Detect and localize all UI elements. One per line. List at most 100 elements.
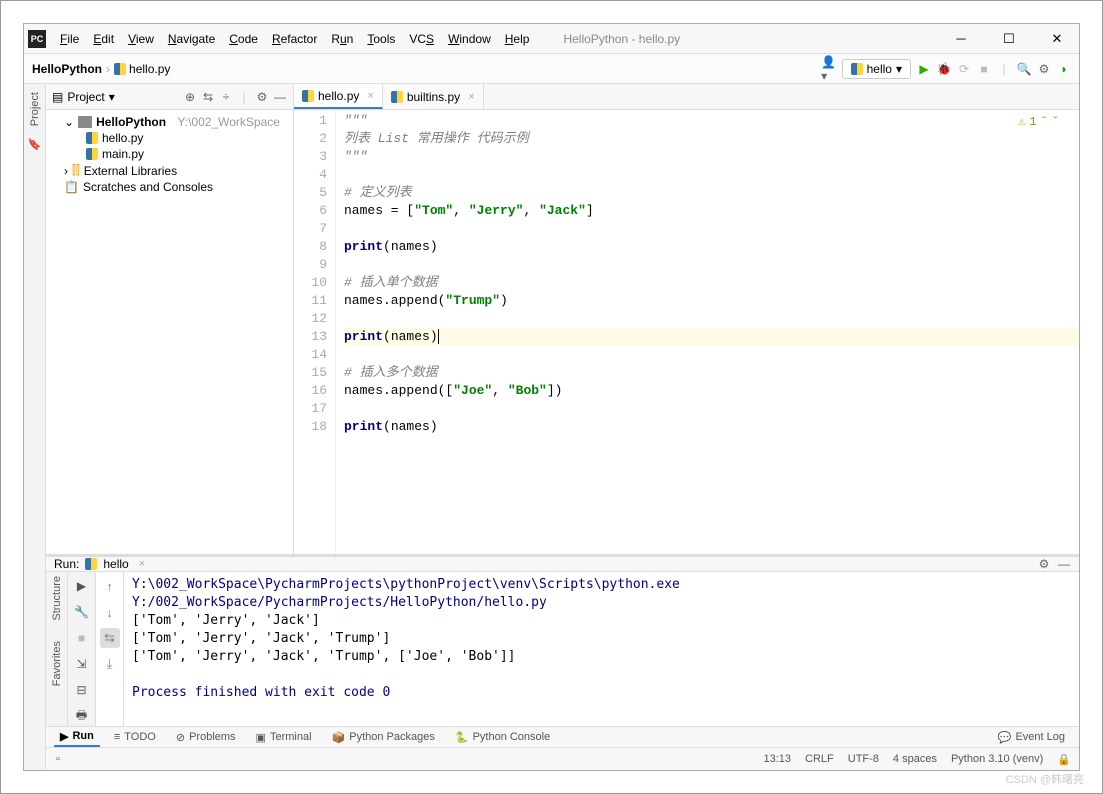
tab-python-packages[interactable]: 📦 Python Packages <box>326 729 441 746</box>
run-with-coverage-button[interactable]: ⟳ <box>957 62 971 76</box>
window-title: HelloPython - hello.py <box>563 32 680 46</box>
rerun-button[interactable]: ▶ <box>72 576 92 596</box>
python-icon <box>86 148 98 160</box>
tab-builtins[interactable]: builtins.py× <box>383 84 484 109</box>
search-icon[interactable]: 🔍 <box>1017 62 1031 76</box>
run-nav-toolbar: ↑ ↓ ⇆ ⤓ <box>96 572 124 752</box>
tree-file-hello[interactable]: hello.py <box>46 130 293 146</box>
tree-root[interactable]: ⌄ HelloPython Y:\002_WorkSpace <box>46 114 293 130</box>
project-panel-title[interactable]: Project <box>67 90 104 104</box>
run-button[interactable]: ▶ <box>917 62 931 76</box>
scroll-to-end-icon[interactable]: ⤓ <box>100 654 120 674</box>
target-icon[interactable]: ⊕ <box>183 90 197 104</box>
close-icon[interactable]: × <box>139 558 145 570</box>
sidebar-tab-favorites[interactable]: Favorites <box>51 641 63 686</box>
python-icon <box>85 558 97 570</box>
tab-todo[interactable]: ≡ TODO <box>108 729 162 745</box>
menu-help[interactable]: Help <box>499 30 536 48</box>
python-icon <box>114 63 126 75</box>
soft-wrap-icon[interactable]: ⇆ <box>100 628 120 648</box>
tab-run[interactable]: ▶ Run <box>54 728 100 747</box>
exit-icon[interactable]: ⇲ <box>72 654 92 674</box>
menu-view[interactable]: View <box>122 30 160 48</box>
menu-refactor[interactable]: Refactor <box>266 30 323 48</box>
settings-icon[interactable]: ⚙ <box>1037 62 1051 76</box>
watermark: CSDN @韩曙亮 <box>1006 771 1084 787</box>
stop-button[interactable]: ■ <box>72 628 92 648</box>
run-toolbar: ▶ 🔧 ■ ⇲ ⊟ 🖶 🗑 <box>68 572 96 752</box>
lock-icon[interactable]: 🔒 <box>1057 753 1071 766</box>
breadcrumb-project[interactable]: HelloPython <box>32 62 102 76</box>
chevron-up-icon[interactable]: ˆ <box>1041 115 1048 129</box>
hide-panel-icon[interactable]: — <box>1057 557 1071 571</box>
close-icon[interactable]: × <box>367 90 373 102</box>
print-icon[interactable]: 🖶 <box>72 706 92 726</box>
menu-window[interactable]: Window <box>442 30 497 48</box>
status-indent[interactable]: 4 spaces <box>893 753 937 765</box>
chevron-down-icon[interactable]: ˇ <box>1052 115 1059 129</box>
project-icon: ▤ <box>52 90 63 104</box>
left-tool-stripe: Project 🔖 <box>24 84 46 770</box>
inspection-widget[interactable]: ⚠1ˆˇ <box>1018 114 1059 129</box>
run-config-selector[interactable]: hello ▾ <box>842 59 911 79</box>
divider: | <box>997 62 1011 76</box>
divider: | <box>237 90 251 104</box>
status-line-ending[interactable]: CRLF <box>805 753 834 765</box>
titlebar: PC File Edit View Navigate Code Refactor… <box>24 24 1079 54</box>
up-arrow-icon[interactable]: ↑ <box>100 576 120 596</box>
maximize-button[interactable]: ☐ <box>991 27 1027 51</box>
wrench-icon[interactable]: 🔧 <box>72 602 92 622</box>
close-button[interactable]: ✕ <box>1039 27 1075 51</box>
status-position[interactable]: 13:13 <box>763 753 791 765</box>
tree-scratches[interactable]: 📋Scratches and Consoles <box>46 179 293 195</box>
expand-all-icon[interactable]: ⇆ <box>201 90 215 104</box>
close-icon[interactable]: × <box>468 91 474 103</box>
down-arrow-icon[interactable]: ↓ <box>100 602 120 622</box>
menu-run[interactable]: Run <box>325 30 359 48</box>
menu-tools[interactable]: Tools <box>361 30 401 48</box>
tree-external-libs[interactable]: ›⫿⫿External Libraries <box>46 162 293 179</box>
user-icon[interactable]: 👤▾ <box>822 62 836 76</box>
minimize-button[interactable]: ─ <box>943 27 979 51</box>
status-interpreter[interactable]: Python 3.10 (venv) <box>951 753 1043 765</box>
hide-panel-icon[interactable]: — <box>273 90 287 104</box>
project-panel: ▤ Project ▾ ⊕ ⇆ ÷ | ⚙ — ⌄ <box>46 84 294 554</box>
event-log-button[interactable]: 💬 Event Log <box>992 729 1071 746</box>
editor-area: hello.py× builtins.py× 12345678910111213… <box>294 84 1079 554</box>
editor-tabs: hello.py× builtins.py× <box>294 84 1079 110</box>
statusbar-icon[interactable]: ▫ <box>56 753 60 765</box>
gear-icon[interactable]: ⚙ <box>255 90 269 104</box>
tab-python-console[interactable]: 🐍 Python Console <box>449 729 556 746</box>
code-content[interactable]: ⚠1ˆˇ """列表 List 常用操作 代码示例"""# 定义列表names … <box>336 110 1079 554</box>
menu-edit[interactable]: Edit <box>87 30 120 48</box>
debug-button[interactable]: 🐞 <box>937 62 951 76</box>
menu-file[interactable]: File <box>54 30 85 48</box>
chevron-down-icon[interactable]: ▾ <box>109 90 115 104</box>
tab-problems[interactable]: ⊘ Problems <box>170 729 242 746</box>
run-tab-label[interactable]: hello <box>103 557 128 571</box>
sidebar-tab-project[interactable]: Project <box>29 90 41 128</box>
app-logo: PC <box>28 30 46 48</box>
warning-icon: ⚠ <box>1018 114 1025 129</box>
status-encoding[interactable]: UTF-8 <box>848 753 879 765</box>
project-tree: ⌄ HelloPython Y:\002_WorkSpace hello.py … <box>46 110 293 554</box>
gear-icon[interactable]: ⚙ <box>1037 557 1051 571</box>
editor-body[interactable]: 123456789101112131415161718 ⚠1ˆˇ """列表 L… <box>294 110 1079 554</box>
collapse-all-icon[interactable]: ÷ <box>219 90 233 104</box>
layout-icon[interactable]: ⊟ <box>72 680 92 700</box>
bookmark-icon[interactable]: 🔖 <box>28 138 42 151</box>
sidebar-tab-structure[interactable]: Structure <box>51 576 63 621</box>
menu-vcs[interactable]: VCS <box>403 30 440 48</box>
menu-code[interactable]: Code <box>223 30 264 48</box>
breadcrumb-file[interactable]: hello.py <box>114 62 170 76</box>
tab-hello[interactable]: hello.py× <box>294 84 383 109</box>
stop-button[interactable]: ■ <box>977 62 991 76</box>
tab-terminal[interactable]: ▣ Terminal <box>250 729 318 746</box>
python-icon <box>302 90 314 102</box>
menu-navigate[interactable]: Navigate <box>162 30 221 48</box>
python-icon <box>851 63 863 75</box>
tree-file-main[interactable]: main.py <box>46 146 293 162</box>
bottom-tool-tabs: ▶ Run ≡ TODO ⊘ Problems ▣ Terminal 📦 Pyt… <box>46 726 1079 748</box>
console-output[interactable]: Y:\002_WorkSpace\PycharmProjects\pythonP… <box>124 572 1079 752</box>
ide-features-icon[interactable]: ◗ <box>1057 62 1071 76</box>
